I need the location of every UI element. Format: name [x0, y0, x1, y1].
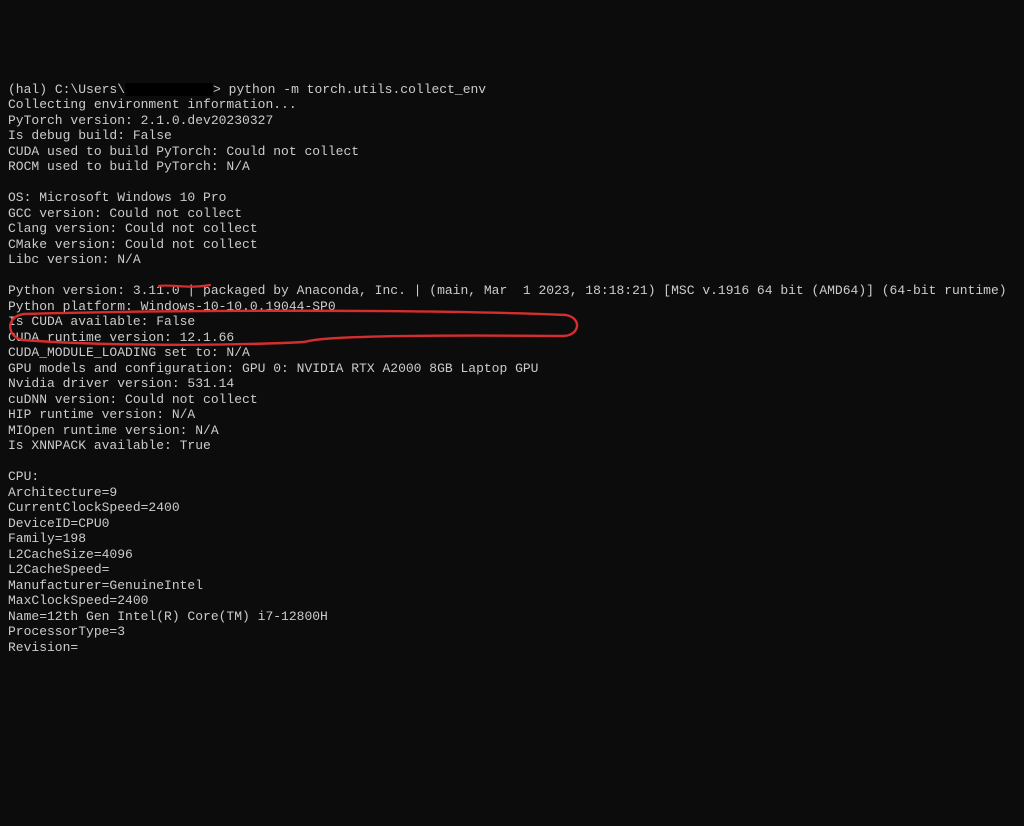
output-line: GPU models and configuration: GPU 0: NVI… — [8, 361, 539, 376]
prompt-line: (hal) C:\Users\ > python -m torch.utils.c… — [8, 82, 486, 97]
output-line: Is XNNPACK available: True — [8, 438, 211, 453]
output-line: L2CacheSpeed= — [8, 562, 109, 577]
output-line: DeviceID=CPU0 — [8, 516, 109, 531]
output-line: Nvidia driver version: 531.14 — [8, 376, 234, 391]
output-line: Family=198 — [8, 531, 86, 546]
output-line: CurrentClockSpeed=2400 — [8, 500, 180, 515]
output-line: CUDA used to build PyTorch: Could not co… — [8, 144, 359, 159]
output-line: Clang version: Could not collect — [8, 221, 258, 236]
output-line: MIOpen runtime version: N/A — [8, 423, 219, 438]
output-line: GCC version: Could not collect — [8, 206, 242, 221]
output-line: Is debug build: False — [8, 128, 172, 143]
conda-env: (hal) — [8, 82, 47, 97]
cwd-prefix: C:\Users\ — [55, 82, 125, 97]
output-line: Collecting environment information... — [8, 97, 297, 112]
output-line: CUDA_MODULE_LOADING set to: N/A — [8, 345, 250, 360]
output-line: CUDA runtime version: 12.1.66 — [8, 330, 234, 345]
output-line: Architecture=9 — [8, 485, 117, 500]
output-line: ProcessorType=3 — [8, 624, 125, 639]
output-line: OS: Microsoft Windows 10 Pro — [8, 190, 226, 205]
output-line: Python platform: Windows-10-10.0.19044-S… — [8, 299, 336, 314]
output-line: ROCM used to build PyTorch: N/A — [8, 159, 250, 174]
redacted-username — [125, 83, 213, 96]
output-line: Manufacturer=GenuineIntel — [8, 578, 203, 593]
output-line: Revision= — [8, 640, 78, 655]
output-line: cuDNN version: Could not collect — [8, 392, 258, 407]
output-line: CMake version: Could not collect — [8, 237, 258, 252]
command-text: python -m torch.utils.collect_env — [229, 82, 486, 97]
output-line: HIP runtime version: N/A — [8, 407, 195, 422]
output-line: Is CUDA available: False — [8, 314, 195, 329]
output-line: Name=12th Gen Intel(R) Core(TM) i7-12800… — [8, 609, 328, 624]
output-line: L2CacheSize=4096 — [8, 547, 133, 562]
output-line: Libc version: N/A — [8, 252, 141, 267]
output-line: PyTorch version: 2.1.0.dev20230327 — [8, 113, 273, 128]
cwd-suffix: > — [213, 82, 229, 97]
terminal-output[interactable]: (hal) C:\Users\ > python -m torch.utils.c… — [8, 66, 1016, 655]
output-line: Python version: 3.11.0 | packaged by Ana… — [8, 283, 1007, 298]
output-line: CPU: — [8, 469, 39, 484]
